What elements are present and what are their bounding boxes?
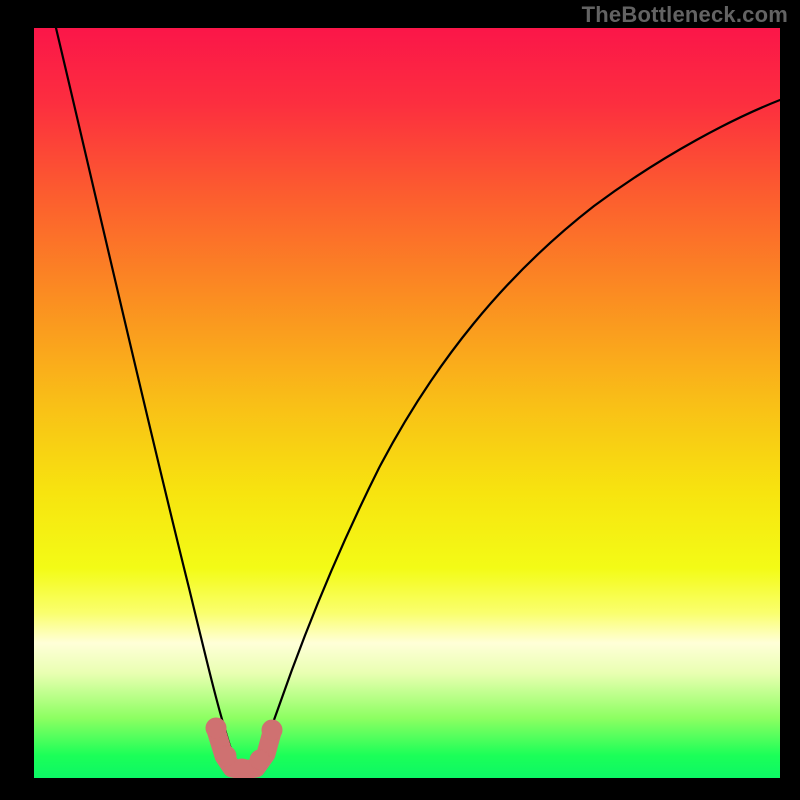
plot-area xyxy=(34,28,780,778)
gradient-background xyxy=(34,28,780,778)
chart-svg xyxy=(34,28,780,778)
watermark-text: TheBottleneck.com xyxy=(582,2,788,28)
chart-frame: TheBottleneck.com xyxy=(0,0,800,800)
